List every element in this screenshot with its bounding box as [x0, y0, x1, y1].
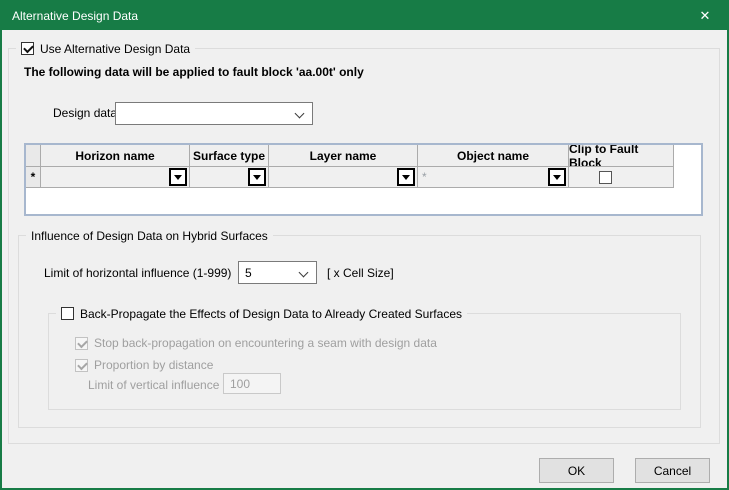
- design-data-grid: Horizon name Surface type Layer name Obj…: [24, 143, 703, 216]
- new-row-marker: *: [26, 167, 41, 188]
- stop-on-seam-checkbox: [75, 337, 88, 350]
- fault-block-message: The following data will be applied to fa…: [24, 65, 364, 79]
- back-propagate-caption: Back-Propagate the Effects of Design Dat…: [56, 306, 467, 321]
- column-header-horizon-name[interactable]: Horizon name: [41, 145, 190, 167]
- grid-cell-layer-name[interactable]: [269, 167, 418, 188]
- horizontal-influence-value: 5: [245, 266, 252, 280]
- design-database-combobox[interactable]: [115, 102, 313, 125]
- cancel-button[interactable]: Cancel: [635, 458, 710, 483]
- object-name-dropdown-button[interactable]: [548, 168, 566, 186]
- proportion-by-distance-label: Proportion by distance: [94, 358, 213, 372]
- back-propagate-label: Back-Propagate the Effects of Design Dat…: [80, 307, 462, 321]
- use-alternative-label: Use Alternative Design Data: [40, 42, 190, 56]
- close-icon[interactable]: ✕: [683, 2, 727, 30]
- proportion-by-distance-row: Proportion by distance: [75, 358, 213, 372]
- grid-corner-cell: [26, 145, 41, 167]
- vertical-influence-input: 100: [223, 373, 281, 394]
- grid-cell-surface-type[interactable]: [190, 167, 269, 188]
- proportion-by-distance-checkbox: [75, 359, 88, 372]
- column-header-surface-type[interactable]: Surface type: [190, 145, 269, 167]
- dropdown-arrow-icon: [253, 175, 261, 180]
- use-alternative-checkbox[interactable]: [21, 42, 34, 55]
- horizontal-influence-combobox[interactable]: 5: [238, 261, 317, 284]
- chevron-down-icon: [299, 268, 309, 278]
- stop-on-seam-row: Stop back-propagation on encountering a …: [75, 336, 437, 350]
- layer-name-dropdown-button[interactable]: [397, 168, 415, 186]
- horizon-name-dropdown-button[interactable]: [169, 168, 187, 186]
- alternative-design-data-dialog: Alternative Design Data ✕ Use Alternativ…: [0, 0, 729, 490]
- surface-type-dropdown-button[interactable]: [248, 168, 266, 186]
- dropdown-arrow-icon: [174, 175, 182, 180]
- cell-size-suffix: [ x Cell Size]: [327, 266, 394, 280]
- grid-cell-object-name[interactable]: *: [418, 167, 569, 188]
- titlebar[interactable]: Alternative Design Data ✕: [2, 2, 727, 30]
- window-title: Alternative Design Data: [2, 9, 138, 23]
- clip-to-fault-block-checkbox[interactable]: [599, 171, 612, 184]
- grid-new-row: * *: [26, 167, 701, 188]
- chevron-down-icon: [295, 109, 305, 119]
- grid-header-row: Horizon name Surface type Layer name Obj…: [26, 145, 701, 167]
- vertical-influence-label: Limit of vertical influence: [88, 378, 219, 392]
- column-header-clip-to-fault-block[interactable]: Clip to Fault Block: [569, 145, 674, 167]
- horizontal-influence-label: Limit of horizontal influence (1-999): [44, 266, 231, 280]
- use-alternative-caption: Use Alternative Design Data: [16, 41, 195, 56]
- ok-button[interactable]: OK: [539, 458, 614, 483]
- dropdown-arrow-icon: [553, 175, 561, 180]
- grid-cell-clip-to-fault-block: [569, 167, 674, 188]
- column-header-layer-name[interactable]: Layer name: [269, 145, 418, 167]
- object-name-value: *: [418, 170, 427, 184]
- influence-groupbox-title: Influence of Design Data on Hybrid Surfa…: [26, 228, 273, 243]
- stop-on-seam-label: Stop back-propagation on encountering a …: [94, 336, 437, 350]
- dropdown-arrow-icon: [402, 175, 410, 180]
- column-header-object-name[interactable]: Object name: [418, 145, 569, 167]
- grid-cell-horizon-name[interactable]: [41, 167, 190, 188]
- back-propagate-checkbox[interactable]: [61, 307, 74, 320]
